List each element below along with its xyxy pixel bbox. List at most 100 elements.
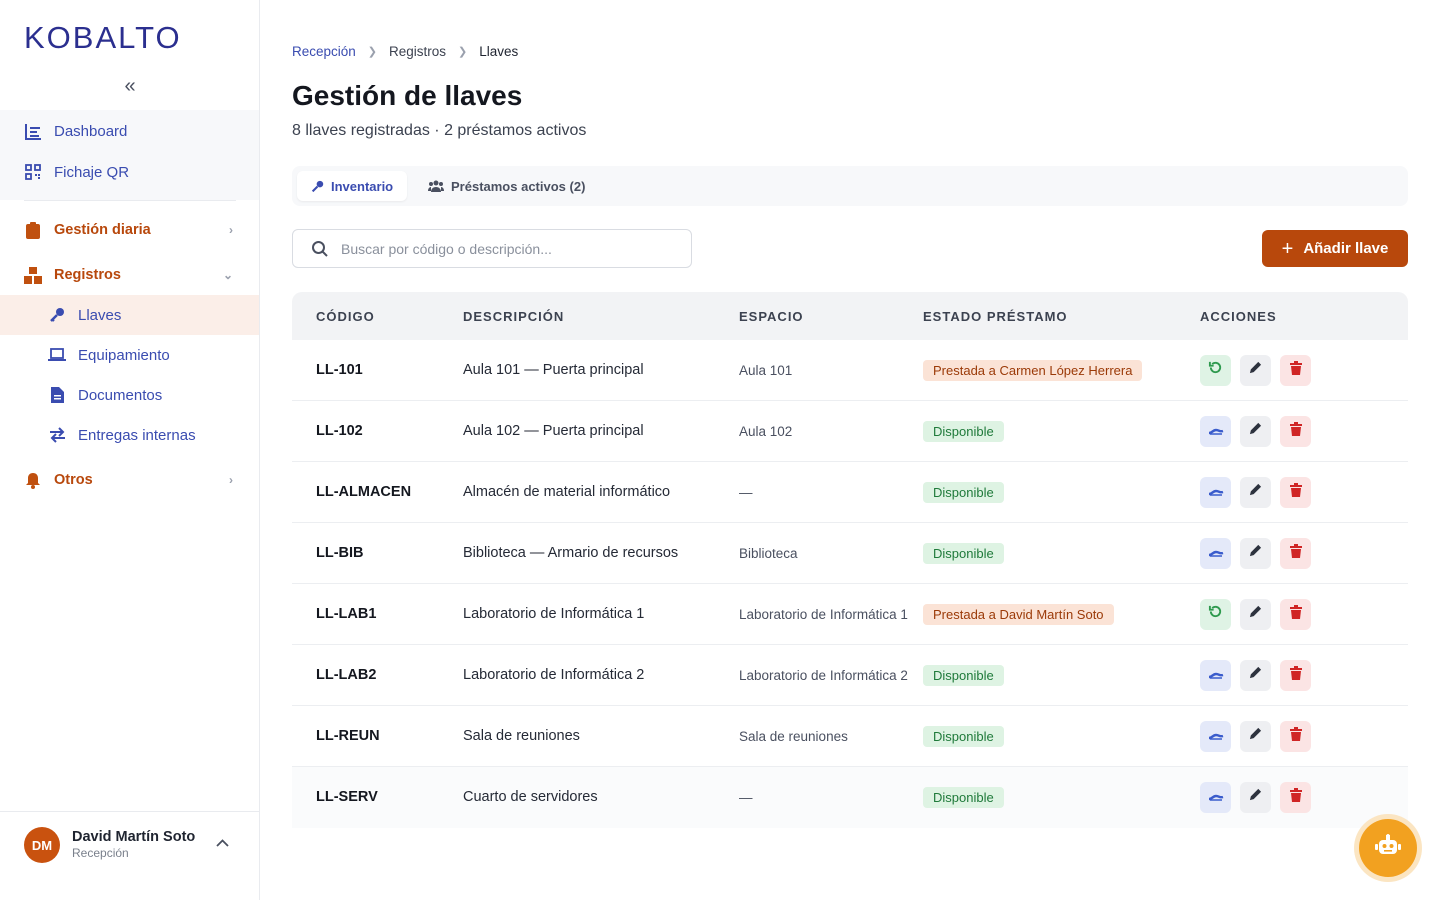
table-row: LL-LAB2 Laboratorio de Informática 2 Lab… xyxy=(292,645,1408,706)
column-header[interactable]: CÓDIGO xyxy=(316,309,375,324)
column-header[interactable]: ESTADO PRÉSTAMO xyxy=(923,309,1068,324)
bell-icon xyxy=(24,471,42,489)
key-code: LL-ALMACEN xyxy=(316,484,412,500)
key-code: LL-102 xyxy=(316,423,363,439)
robot-icon xyxy=(1374,833,1402,863)
sidebar-item-label: Entregas internas xyxy=(78,426,196,444)
key-description: Cuarto de servidores xyxy=(463,789,598,805)
key-space: — xyxy=(739,789,753,805)
sidebar-item-documentos[interactable]: Documentos xyxy=(0,375,259,415)
tab-prestamos-activos[interactable]: Préstamos activos (2) xyxy=(414,171,599,201)
chevron-up-icon[interactable] xyxy=(216,834,229,850)
edit-key-button[interactable] xyxy=(1240,598,1271,630)
sidebar-group-registros[interactable]: Registros ⌄ xyxy=(0,255,259,295)
delete-key-button[interactable] xyxy=(1280,720,1311,752)
chevron-right-icon: ❯ xyxy=(367,46,378,58)
edit-key-button[interactable] xyxy=(1240,720,1271,752)
column-header[interactable]: DESCRIPCIÓN xyxy=(463,309,564,324)
key-icon xyxy=(311,180,324,193)
lend-key-button[interactable] xyxy=(1200,781,1231,813)
trash-icon xyxy=(1289,360,1302,380)
breadcrumb-item[interactable]: Recepción xyxy=(292,44,356,59)
trash-icon xyxy=(1289,543,1302,563)
status-cell: Disponible xyxy=(923,401,1004,461)
chevron-right-icon: › xyxy=(229,473,233,487)
chevron-down-icon: ⌄ xyxy=(222,268,233,282)
sidebar-item-label: Dashboard xyxy=(54,122,128,140)
sidebar-item-fichaje-qr[interactable]: Fichaje QR xyxy=(0,152,259,192)
status-cell: Prestada a Carmen López Herrera xyxy=(923,340,1143,400)
status-cell: Disponible xyxy=(923,645,1004,705)
sidebar-item-dashboard[interactable]: Dashboard xyxy=(0,111,259,151)
sidebar-group-otros[interactable]: Otros › xyxy=(0,460,259,500)
search-box xyxy=(292,229,692,268)
return-icon xyxy=(1208,360,1223,380)
exchange-icon xyxy=(48,426,66,444)
return-key-button[interactable] xyxy=(1200,598,1231,630)
users-icon xyxy=(428,180,444,192)
delete-key-button[interactable] xyxy=(1280,598,1311,630)
lend-key-button[interactable] xyxy=(1200,415,1231,447)
column-header[interactable]: ESPACIO xyxy=(739,309,804,324)
sidebar-item-label: Equipamiento xyxy=(78,346,170,364)
delete-key-button[interactable] xyxy=(1280,476,1311,508)
breadcrumb: Recepción ❯ Registros ❯ Llaves xyxy=(292,44,518,59)
lend-key-button[interactable] xyxy=(1200,476,1231,508)
key-space: Sala de reuniones xyxy=(739,728,848,744)
sidebar-item-label: Documentos xyxy=(78,386,163,404)
dashboard-icon xyxy=(24,122,42,140)
trash-icon xyxy=(1289,421,1302,441)
lend-key-button[interactable] xyxy=(1200,659,1231,691)
user-profile[interactable]: DM David Martín Soto Recepción xyxy=(0,811,259,900)
return-key-button[interactable] xyxy=(1200,354,1231,386)
sidebar-item-equipamiento[interactable]: Equipamiento xyxy=(0,335,259,375)
row-actions xyxy=(1200,584,1311,644)
trash-icon xyxy=(1289,665,1302,685)
edit-key-button[interactable] xyxy=(1240,354,1271,386)
lend-key-button[interactable] xyxy=(1200,537,1231,569)
delete-key-button[interactable] xyxy=(1280,354,1311,386)
key-description: Aula 101 — Puerta principal xyxy=(463,362,644,378)
key-space: Aula 102 xyxy=(739,423,793,439)
edit-key-button[interactable] xyxy=(1240,415,1271,447)
status-badge: Disponible xyxy=(923,786,1004,808)
lend-key-button[interactable] xyxy=(1200,720,1231,752)
assistant-button[interactable] xyxy=(1359,819,1417,877)
key-description: Biblioteca — Armario de recursos xyxy=(463,545,679,561)
column-header: ACCIONES xyxy=(1200,309,1277,324)
add-key-button[interactable]: + Añadir llave xyxy=(1262,230,1408,267)
status-badge: Prestada a David Martín Soto xyxy=(923,603,1114,625)
sidebar-group-label: Registros xyxy=(54,267,121,283)
delete-key-button[interactable] xyxy=(1280,537,1311,569)
chevron-right-icon: ❯ xyxy=(458,46,468,58)
key-description: Laboratorio de Informática 2 xyxy=(463,667,645,683)
brand-logo[interactable]: KOBALTO xyxy=(24,20,182,56)
pencil-icon xyxy=(1249,666,1262,684)
status-cell: Disponible xyxy=(923,462,1004,522)
delete-key-button[interactable] xyxy=(1280,659,1311,691)
trash-icon xyxy=(1289,604,1302,624)
edit-key-button[interactable] xyxy=(1240,537,1271,569)
breadcrumb-item[interactable]: Registros xyxy=(389,44,446,59)
edit-key-button[interactable] xyxy=(1240,781,1271,813)
trash-icon xyxy=(1289,726,1302,746)
lend-icon xyxy=(1208,422,1224,440)
sidebar-group-gestion-diaria[interactable]: Gestión diaria › xyxy=(0,210,259,250)
tab-inventario[interactable]: Inventario xyxy=(297,171,408,201)
row-actions xyxy=(1200,706,1311,766)
search-input[interactable] xyxy=(341,240,671,257)
pencil-icon xyxy=(1249,422,1262,440)
delete-key-button[interactable] xyxy=(1280,781,1311,813)
collapse-sidebar-button[interactable]: « xyxy=(118,74,142,98)
edit-key-button[interactable] xyxy=(1240,659,1271,691)
laptop-icon xyxy=(48,346,66,364)
page-title: Gestión de llaves xyxy=(292,80,523,111)
edit-key-button[interactable] xyxy=(1240,476,1271,508)
pencil-icon xyxy=(1249,361,1262,379)
key-code: LL-101 xyxy=(316,362,363,378)
sidebar-item-entregas-internas[interactable]: Entregas internas xyxy=(0,415,259,455)
delete-key-button[interactable] xyxy=(1280,415,1311,447)
sidebar-item-llaves[interactable]: Llaves xyxy=(0,295,259,335)
breadcrumb-current: Llaves xyxy=(479,44,519,59)
sidebar-divider xyxy=(24,200,236,201)
